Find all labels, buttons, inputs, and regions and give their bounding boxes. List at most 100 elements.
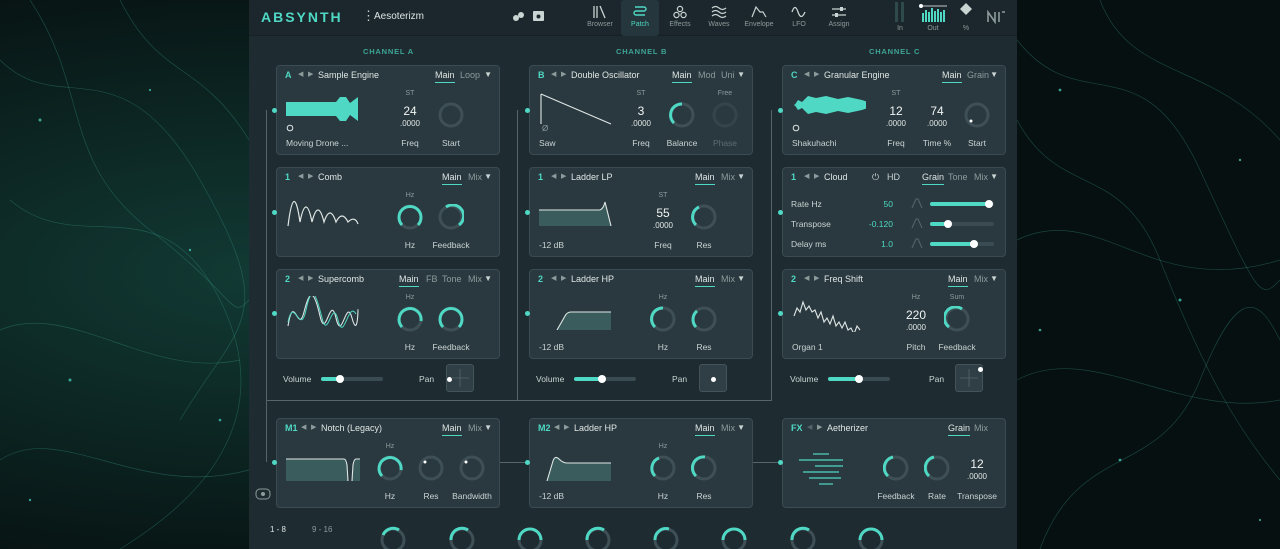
prev-arrow-icon[interactable]: ◀ bbox=[298, 70, 303, 78]
module-menu-icon[interactable]: ▼ bbox=[484, 274, 492, 283]
tab-mix[interactable]: Mix bbox=[468, 423, 482, 433]
module-menu-icon[interactable]: ▼ bbox=[484, 70, 492, 79]
module-name[interactable]: Notch (Legacy) bbox=[321, 423, 382, 433]
next-arrow-icon[interactable]: ▶ bbox=[814, 70, 819, 78]
prev-arrow-icon[interactable]: ◀ bbox=[301, 423, 306, 431]
next-arrow-icon[interactable]: ▶ bbox=[817, 423, 822, 431]
tab-uni[interactable]: Uni bbox=[721, 70, 735, 80]
module-menu-icon[interactable]: ▼ bbox=[990, 172, 998, 181]
next-arrow-icon[interactable]: ▶ bbox=[308, 172, 313, 180]
tab-main[interactable]: Main bbox=[399, 274, 419, 287]
nav-effects[interactable]: Effects bbox=[661, 0, 699, 36]
delay-slider[interactable] bbox=[930, 240, 994, 248]
res-knob[interactable] bbox=[691, 455, 717, 481]
loop-marker-icon[interactable] bbox=[792, 124, 800, 132]
tab-main[interactable]: Main bbox=[695, 423, 715, 436]
res-knob[interactable] bbox=[691, 306, 717, 332]
input-node-m2[interactable] bbox=[525, 460, 530, 465]
prev-arrow-icon[interactable]: ◀ bbox=[298, 274, 303, 282]
next-arrow-icon[interactable]: ▶ bbox=[814, 274, 819, 282]
tab-grain[interactable]: Grain bbox=[922, 172, 945, 185]
input-node-m1[interactable] bbox=[272, 460, 277, 465]
pan-pad-a[interactable] bbox=[446, 364, 474, 392]
sum-label[interactable]: Sum bbox=[942, 294, 972, 301]
delay-value[interactable]: 1.0 bbox=[863, 239, 893, 249]
freq-fine[interactable]: .0000 bbox=[648, 221, 678, 230]
freq-fine[interactable]: .0000 bbox=[395, 119, 425, 128]
tab-main[interactable]: Main bbox=[942, 70, 962, 83]
hz-knob[interactable] bbox=[650, 455, 676, 481]
input-node-b1[interactable] bbox=[525, 108, 530, 113]
prev-arrow-icon[interactable]: ◀ bbox=[804, 70, 809, 78]
tab-loop[interactable]: Loop bbox=[460, 70, 480, 80]
next-arrow-icon[interactable]: ▶ bbox=[311, 423, 316, 431]
tab-mix[interactable]: Mix bbox=[468, 274, 482, 284]
pitch-value[interactable]: 220 bbox=[899, 308, 933, 322]
res-knob[interactable] bbox=[691, 204, 717, 230]
prev-arrow-icon[interactable]: ◀ bbox=[807, 423, 812, 431]
next-arrow-icon[interactable]: ▶ bbox=[564, 423, 569, 431]
wave-name[interactable]: Saw bbox=[539, 138, 556, 148]
pan-position-b[interactable] bbox=[711, 377, 716, 382]
loop-marker-icon[interactable] bbox=[286, 124, 294, 132]
pan-pad-b[interactable] bbox=[699, 364, 727, 392]
tab-main[interactable]: Main bbox=[948, 274, 968, 287]
next-arrow-icon[interactable]: ▶ bbox=[561, 172, 566, 180]
slope-label[interactable]: -12 dB bbox=[539, 240, 564, 250]
tab-grain[interactable]: Grain bbox=[967, 70, 989, 80]
input-node-b3[interactable] bbox=[525, 311, 530, 316]
feedback-knob[interactable] bbox=[438, 306, 464, 332]
delay-slider-thumb[interactable] bbox=[969, 240, 978, 248]
prev-arrow-icon[interactable]: ◀ bbox=[554, 423, 559, 431]
power-icon[interactable]: ⏻ bbox=[872, 172, 879, 183]
phase-symbol[interactable]: Ø bbox=[542, 124, 548, 133]
transpose-fine[interactable]: .0000 bbox=[962, 472, 992, 481]
module-name[interactable]: Cloud bbox=[824, 172, 848, 182]
pitch-fine[interactable]: .0000 bbox=[901, 323, 931, 332]
freq-value[interactable]: 55 bbox=[648, 206, 678, 220]
volume-slider-thumb[interactable] bbox=[597, 375, 606, 383]
macro-knob-row[interactable] bbox=[369, 526, 889, 549]
input-node-c1[interactable] bbox=[778, 108, 783, 113]
nav-lfo[interactable]: LFO bbox=[780, 0, 818, 36]
module-menu-icon[interactable]: ▼ bbox=[737, 423, 745, 432]
hd-toggle[interactable]: HD bbox=[887, 172, 900, 182]
input-node-a1[interactable] bbox=[272, 108, 277, 113]
save-icon[interactable] bbox=[532, 10, 546, 22]
start-knob[interactable] bbox=[438, 102, 464, 128]
transpose-value[interactable]: -0.120 bbox=[863, 219, 893, 229]
balance-knob[interactable] bbox=[669, 102, 695, 128]
res-knob[interactable] bbox=[418, 455, 444, 481]
tab-mix[interactable]: Mix bbox=[721, 172, 735, 182]
modulation-icon[interactable] bbox=[911, 218, 923, 229]
rate-slider[interactable] bbox=[930, 200, 994, 208]
module-name[interactable]: Aetherizer bbox=[827, 423, 868, 433]
prev-arrow-icon[interactable]: ◀ bbox=[804, 274, 809, 282]
transpose-value[interactable]: 12 bbox=[962, 457, 992, 471]
module-menu-icon[interactable]: ▼ bbox=[484, 172, 492, 181]
macro-page-9-16[interactable]: 9 - 16 bbox=[312, 525, 332, 534]
hz-knob[interactable] bbox=[650, 306, 676, 332]
module-menu-icon[interactable]: ▼ bbox=[484, 423, 492, 432]
volume-slider-thumb[interactable] bbox=[855, 375, 863, 383]
tab-main[interactable]: Main bbox=[672, 70, 692, 83]
module-name[interactable]: Ladder HP bbox=[571, 274, 614, 284]
input-node-a2[interactable] bbox=[272, 210, 277, 215]
input-node-a3[interactable] bbox=[272, 311, 277, 316]
feedback-knob[interactable] bbox=[883, 455, 909, 481]
module-name[interactable]: Comb bbox=[318, 172, 342, 182]
next-arrow-icon[interactable]: ▶ bbox=[308, 70, 313, 78]
tab-mod[interactable]: Mod bbox=[698, 70, 716, 80]
module-menu-icon[interactable]: ▼ bbox=[990, 70, 998, 79]
module-name[interactable]: Freq Shift bbox=[824, 274, 863, 284]
rate-knob[interactable] bbox=[924, 455, 950, 481]
input-node-b2[interactable] bbox=[525, 210, 530, 215]
freq-value[interactable]: 3 bbox=[626, 104, 656, 118]
freq-value[interactable]: 24 bbox=[395, 104, 425, 118]
modulation-icon[interactable] bbox=[911, 238, 923, 249]
sample-name[interactable]: Moving Drone ... bbox=[286, 138, 348, 148]
module-menu-icon[interactable]: ▼ bbox=[737, 172, 745, 181]
next-arrow-icon[interactable]: ▶ bbox=[561, 274, 566, 282]
freq-fine[interactable]: .0000 bbox=[626, 119, 656, 128]
hz-knob[interactable] bbox=[397, 306, 423, 332]
